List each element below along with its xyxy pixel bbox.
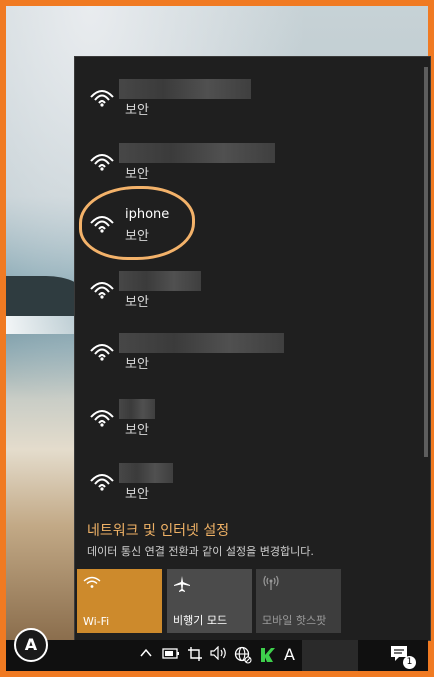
security-app-icon[interactable] <box>259 646 277 666</box>
network-settings-description: 데이터 통신 연결 전환과 같이 설정을 변경합니다. <box>87 545 314 558</box>
battery-icon[interactable] <box>162 646 180 666</box>
wifi-signal-icon <box>90 154 114 171</box>
wifi-signal-icon <box>90 90 114 107</box>
crop-tool-icon[interactable] <box>187 646 203 666</box>
airplane-mode-tile[interactable]: 비행기 모드 <box>167 569 252 633</box>
network-security-status: 보안 <box>125 295 149 310</box>
network-list-item[interactable]: 보안 <box>89 143 409 191</box>
redacted-network-name <box>119 271 201 291</box>
network-settings-link[interactable]: 네트워크 및 인터넷 설정 <box>87 520 229 540</box>
wifi-icon <box>83 576 101 588</box>
network-list-item[interactable]: 보안 <box>89 463 409 511</box>
airplane-icon <box>174 576 190 592</box>
input-method-indicator[interactable]: A <box>284 645 295 665</box>
airplane-tile-label: 비행기 모드 <box>173 614 228 627</box>
wifi-signal-icon <box>90 282 114 299</box>
volume-icon[interactable] <box>210 645 228 666</box>
network-security-status: 보안 <box>125 103 149 118</box>
network-list-item[interactable]: 보안 <box>89 271 409 319</box>
redacted-network-name <box>119 143 275 163</box>
mobile-hotspot-tile[interactable]: 모바일 핫스팟 <box>256 569 341 633</box>
annotation-circle <box>79 186 195 260</box>
network-security-status: 보안 <box>125 357 149 372</box>
hotspot-icon <box>263 575 279 590</box>
scrollbar[interactable] <box>424 67 428 457</box>
redacted-network-name <box>119 333 284 353</box>
network-list-item[interactable]: 보안 <box>89 399 409 447</box>
action-center-icon[interactable]: 1 <box>390 645 416 669</box>
wifi-tile-label: Wi-Fi <box>83 615 110 628</box>
network-list-item[interactable]: 보안 <box>89 333 409 381</box>
wifi-signal-icon <box>90 344 114 361</box>
network-list-item[interactable]: 보안 <box>89 79 409 127</box>
redacted-network-name <box>119 463 173 483</box>
wifi-toggle-tile[interactable]: Wi-Fi <box>77 569 162 633</box>
notification-count-badge: 1 <box>403 656 416 669</box>
network-flyout: 보안 보안 iphone 보안 보안 보안 보안 보안 네트워크 및 인터넷 설정 데이터 통… <box>74 56 431 641</box>
show-hidden-icons-chevron-icon[interactable] <box>139 646 153 666</box>
redacted-network-name <box>119 399 155 419</box>
network-globe-icon[interactable] <box>234 646 252 666</box>
wifi-signal-icon <box>90 410 114 427</box>
network-security-status: 보안 <box>125 423 149 438</box>
taskbar: A A 1 <box>6 628 428 671</box>
network-security-status: 보안 <box>125 167 149 182</box>
app-logo-icon[interactable]: A <box>14 628 48 662</box>
wifi-signal-icon <box>90 474 114 491</box>
clock-redacted <box>302 640 358 671</box>
hotspot-tile-label: 모바일 핫스팟 <box>262 614 327 627</box>
redacted-network-name <box>119 79 251 99</box>
network-security-status: 보안 <box>125 487 149 502</box>
